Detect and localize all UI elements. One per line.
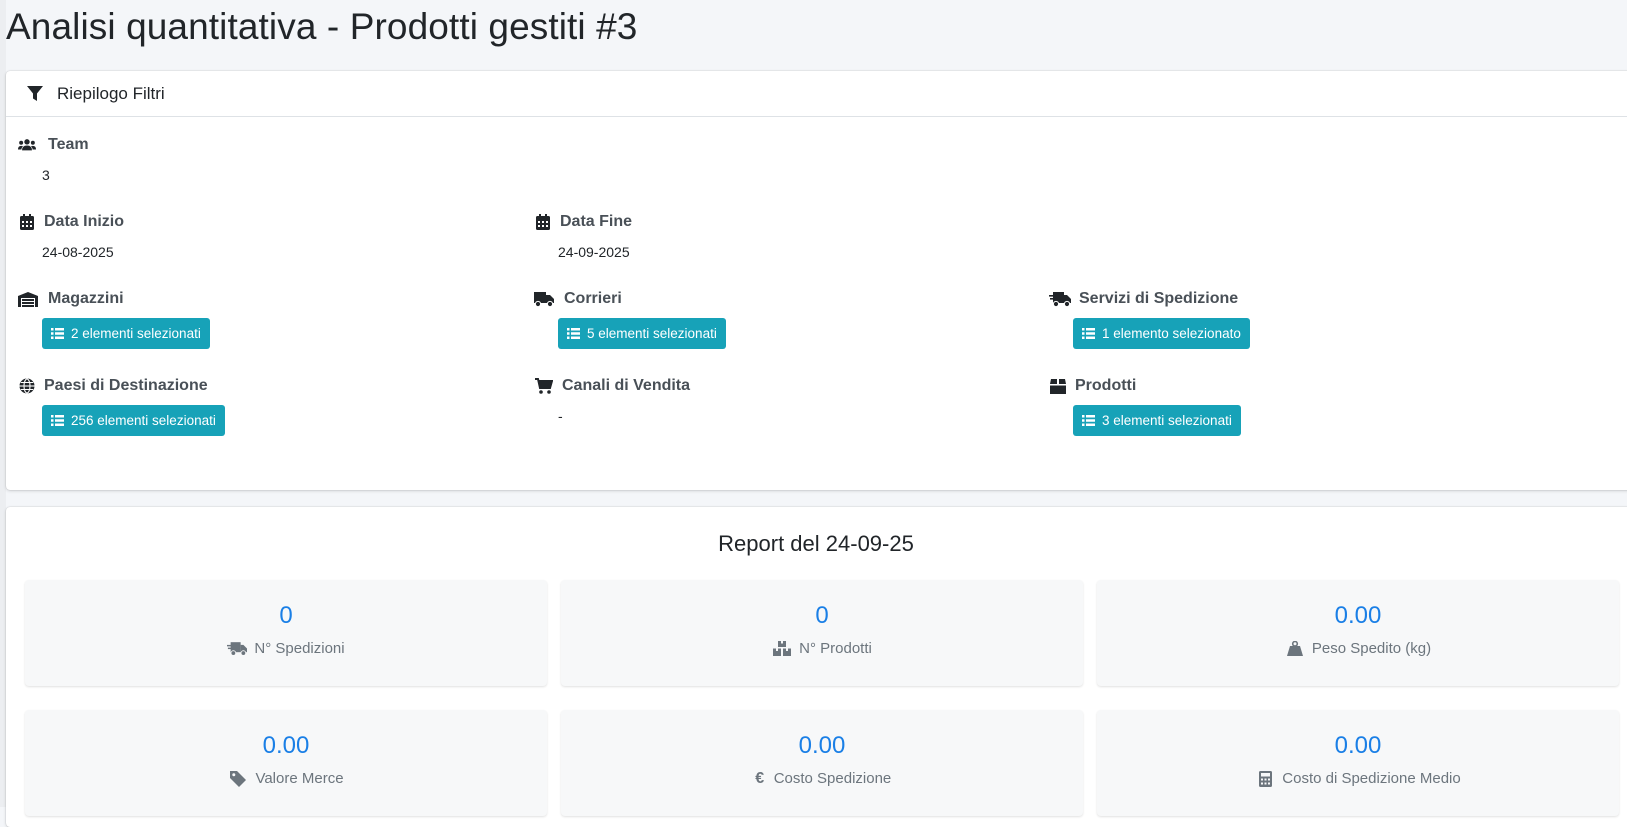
- servizi-selection-label: 1 elemento selezionato: [1102, 326, 1241, 341]
- filter-paesi-label: Paesi di Destinazione: [44, 377, 208, 394]
- filters-card: Riepilogo Filtri Team 3 Data Inizio 24-0…: [6, 71, 1627, 490]
- users-icon: [18, 137, 36, 153]
- filter-data-inizio-value: 24-08-2025: [42, 244, 114, 260]
- truck-icon: [534, 291, 554, 307]
- calculator-icon: [1255, 770, 1275, 787]
- stat-spedizioni-label: N° Spedizioni: [254, 640, 345, 657]
- filter-data-fine-value: 24-09-2025: [558, 244, 630, 260]
- filter-canali-value: -: [558, 408, 563, 424]
- corrieri-selection-label: 5 elementi selezionati: [587, 326, 717, 341]
- calendar-icon: [18, 214, 36, 230]
- paesi-selection-label: 256 elementi selezionati: [71, 413, 216, 428]
- stat-costo-medio: 0.00 Costo di Spedizione Medio: [1097, 710, 1619, 816]
- filter-icon: [26, 85, 44, 103]
- filter-team: Team 3: [18, 135, 89, 183]
- filter-data-fine-label: Data Fine: [560, 213, 633, 230]
- filter-team-label: Team: [48, 136, 89, 153]
- report-card: Report del 24-09-25 0 N° Spedizioni 0 N°…: [6, 507, 1627, 827]
- tag-icon: [228, 770, 248, 787]
- stat-costo-spedizione-value: 0.00: [798, 732, 846, 759]
- stat-spedizioni-value: 0: [279, 602, 293, 629]
- stat-prodotti: 0 N° Prodotti: [561, 580, 1083, 686]
- shipping-fast-icon: [1049, 291, 1071, 307]
- stat-peso-label-row: Peso Spedito (kg): [1285, 640, 1431, 657]
- stat-costo-spedizione: 0.00 € Costo Spedizione: [561, 710, 1083, 816]
- box-icon: [1049, 378, 1067, 394]
- filter-team-value: 3: [42, 167, 50, 183]
- magazzini-selection-button[interactable]: 2 elementi selezionati: [42, 318, 210, 349]
- cart-icon: [534, 378, 554, 394]
- filters-card-title: Riepilogo Filtri: [57, 83, 165, 103]
- stat-spedizioni-label-row: N° Spedizioni: [227, 640, 345, 657]
- shipping-fast-icon: [227, 641, 248, 657]
- euro-icon: €: [755, 769, 765, 787]
- list-icon: [1082, 415, 1095, 426]
- filter-canali-vendita: Canali di Vendita -: [534, 376, 690, 424]
- list-icon: [567, 328, 580, 339]
- page-title: Analisi quantitativa - Prodotti gestiti …: [6, 6, 638, 47]
- stat-costo-medio-value: 0.00: [1334, 732, 1382, 759]
- filter-data-inizio-label: Data Inizio: [44, 213, 125, 230]
- stat-costo-medio-label: Costo di Spedizione Medio: [1282, 770, 1461, 787]
- filter-data-fine: Data Fine 24-09-2025: [534, 212, 632, 260]
- filter-prodotti: Prodotti 3 elementi selezionati: [1049, 376, 1241, 436]
- filter-canali-label: Canali di Vendita: [562, 377, 691, 394]
- paesi-selection-button[interactable]: 256 elementi selezionati: [42, 405, 225, 436]
- globe-icon: [18, 378, 36, 394]
- stat-peso-value: 0.00: [1334, 602, 1382, 629]
- filter-data-inizio: Data Inizio 24-08-2025: [18, 212, 124, 260]
- servizi-selection-button[interactable]: 1 elemento selezionato: [1073, 318, 1250, 349]
- filter-servizi-spedizione: Servizi di Spedizione 1 elemento selezio…: [1049, 289, 1250, 349]
- filter-magazzini-label: Magazzini: [48, 290, 124, 307]
- corrieri-selection-button[interactable]: 5 elementi selezionati: [558, 318, 726, 349]
- boxes-icon: [772, 641, 792, 657]
- filter-servizi-label: Servizi di Spedizione: [1079, 290, 1239, 307]
- filter-paesi-destinazione: Paesi di Destinazione 256 elementi selez…: [18, 376, 225, 436]
- stat-valore-merce-value: 0.00: [262, 732, 310, 759]
- warehouse-icon: [18, 291, 38, 307]
- stat-peso-label: Peso Spedito (kg): [1311, 640, 1432, 657]
- stat-prodotti-label-row: N° Prodotti: [772, 640, 872, 657]
- prodotti-selection-button[interactable]: 3 elementi selezionati: [1073, 405, 1241, 436]
- magazzini-selection-label: 2 elementi selezionati: [71, 326, 201, 341]
- stat-costo-medio-label-row: Costo di Spedizione Medio: [1255, 770, 1461, 787]
- stat-peso: 0.00 Peso Spedito (kg): [1097, 580, 1619, 686]
- list-icon: [51, 328, 64, 339]
- calendar-icon: [534, 214, 552, 230]
- report-title: Report del 24-09-25: [718, 531, 914, 556]
- prodotti-selection-label: 3 elementi selezionati: [1102, 413, 1232, 428]
- filter-corrieri: Corrieri 5 elementi selezionati: [534, 289, 726, 349]
- stat-valore-merce-label: Valore Merce: [255, 770, 344, 787]
- filter-corrieri-label: Corrieri: [564, 290, 622, 307]
- stat-costo-spedizione-label-row: € Costo Spedizione: [753, 769, 892, 788]
- stat-prodotti-label: N° Prodotti: [799, 640, 872, 657]
- stat-valore-merce-label-row: Valore Merce: [228, 770, 344, 787]
- stat-spedizioni: 0 N° Spedizioni: [25, 580, 547, 686]
- weight-icon: [1285, 641, 1305, 657]
- stat-valore-merce: 0.00 Valore Merce: [25, 710, 547, 816]
- filter-magazzini: Magazzini 2 elementi selezionati: [18, 289, 210, 349]
- list-icon: [1082, 328, 1095, 339]
- stat-costo-spedizione-label: Costo Spedizione: [773, 770, 892, 787]
- list-icon: [51, 415, 64, 426]
- filters-card-header[interactable]: Riepilogo Filtri: [6, 71, 1627, 117]
- stat-prodotti-value: 0: [815, 602, 829, 629]
- filter-prodotti-label: Prodotti: [1075, 377, 1137, 394]
